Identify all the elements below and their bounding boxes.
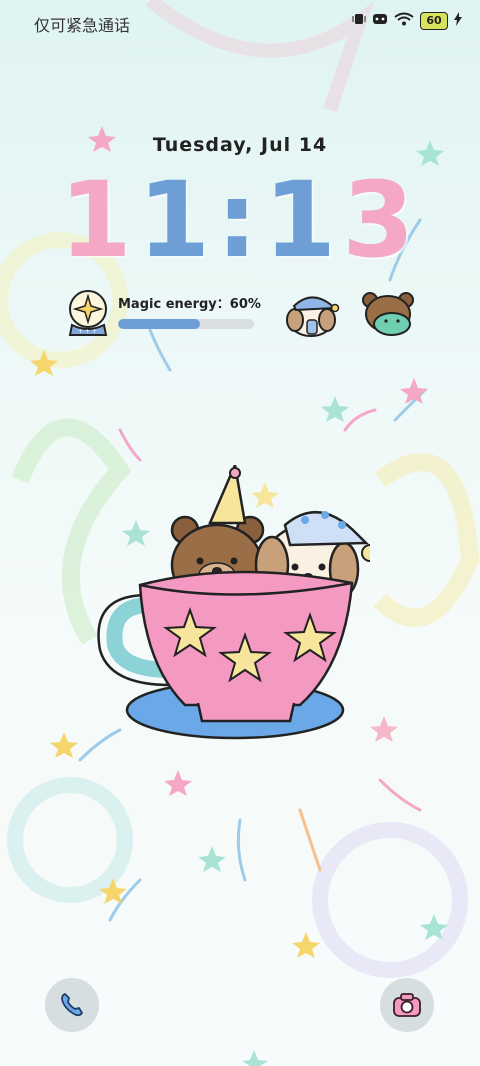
clock-hour-tens: 1 [59, 159, 138, 281]
magic-energy-progress-fill [118, 319, 200, 329]
camera-icon [393, 993, 421, 1017]
phone-icon [61, 993, 83, 1017]
status-bar: 仅可紧急通话 60 [0, 0, 480, 44]
svg-text:+ + +: + + + [78, 328, 97, 335]
magic-energy-widget[interactable]: + + + Magic energy：60% [62, 285, 262, 341]
crystal-ball-icon: + + + [68, 290, 108, 336]
clock-minute-tens: 1 [263, 159, 343, 281]
phone-shortcut-button[interactable] [45, 978, 99, 1032]
bear-with-turtle-icon[interactable] [358, 290, 418, 340]
status-icons: 60 [352, 12, 462, 30]
lockscreen-clock: 11:13 [0, 168, 480, 272]
wifi-icon [394, 12, 414, 30]
notification-icon [372, 12, 388, 30]
magic-energy-label: Magic energy：60% [118, 297, 261, 312]
magic-energy-progress-bar [118, 319, 254, 329]
clock-hour-ones: 1 [137, 159, 217, 281]
sleepy-puppy-icon[interactable] [282, 290, 340, 340]
charging-icon [454, 12, 462, 30]
vibrate-icon [352, 12, 366, 30]
carrier-text: 仅可紧急通话 [34, 16, 131, 35]
battery-icon: 60 [420, 12, 448, 30]
lockscreen-date: Tuesday, Jul 14 [152, 134, 328, 156]
clock-minute-ones: 3 [342, 159, 421, 281]
camera-shortcut-button[interactable] [380, 978, 434, 1032]
teacup-illustration [97, 465, 370, 740]
clock-separator: : [216, 159, 264, 281]
